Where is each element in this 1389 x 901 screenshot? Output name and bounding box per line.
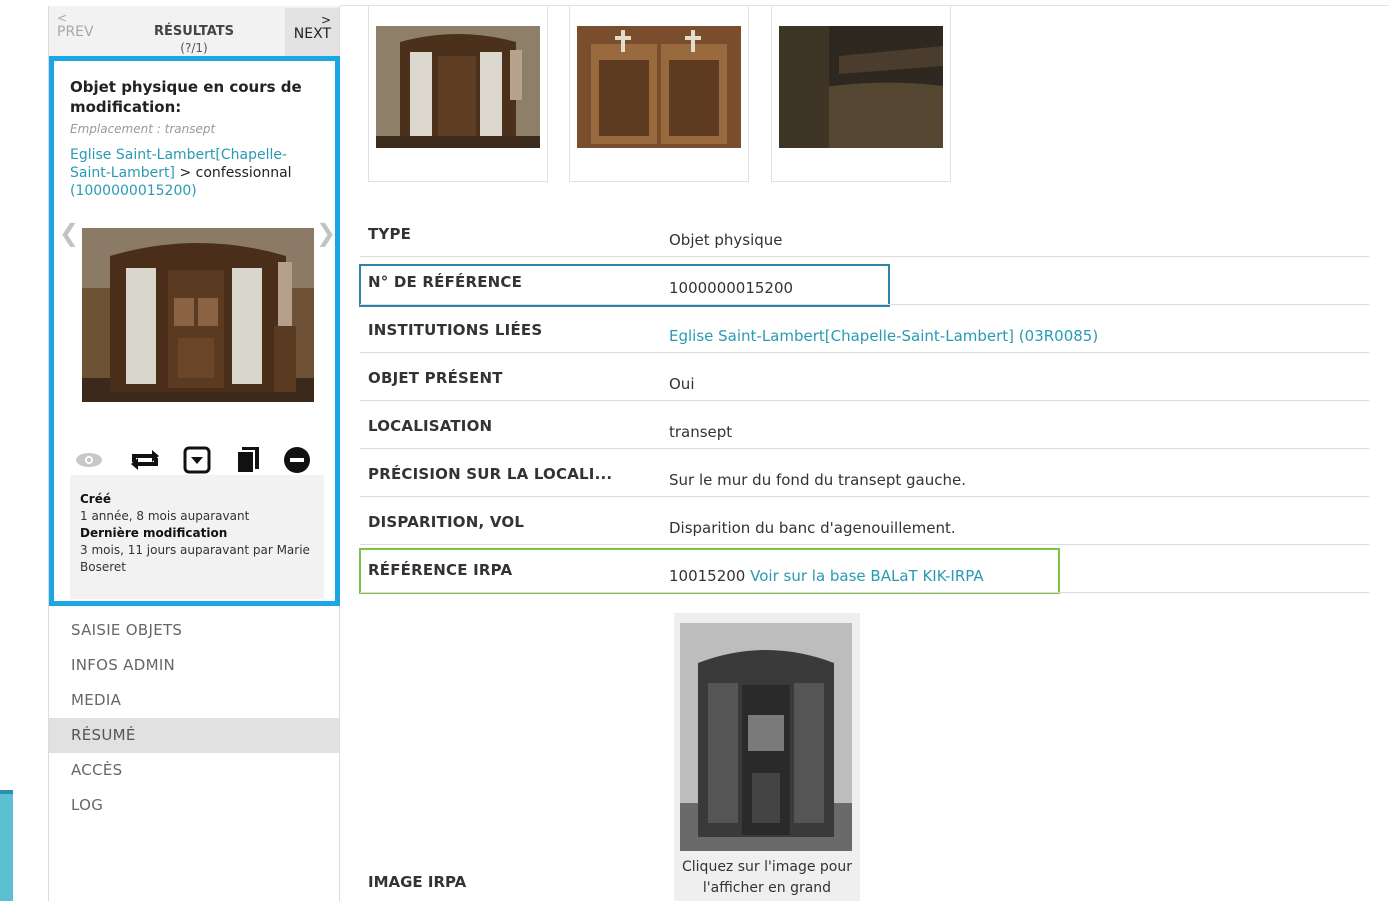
detail-row-disparition: DISPARITION, VOL Disparition du banc d'a… xyxy=(360,497,1369,545)
irpa-caption: Cliquez sur l'image pour l'afficher en g… xyxy=(682,859,852,896)
dropdown-box-icon[interactable] xyxy=(182,446,212,474)
menu-item-resume[interactable]: RÉSUMÉ xyxy=(49,718,339,753)
menu-item-acces[interactable]: ACCÈS xyxy=(49,753,339,788)
main-content: ⭳ TYPE Objet physique N° DE RÉFÉRENCE 10… xyxy=(340,0,1389,901)
menu-item-log[interactable]: LOG xyxy=(49,788,339,823)
chevron-left-icon: < xyxy=(57,11,68,25)
irpa-image[interactable]: Cliquez sur l'image pour l'afficher en g… xyxy=(674,613,860,901)
detail-row-type: TYPE Objet physique xyxy=(360,209,1369,257)
detail-row-institutions: INSTITUTIONS LIÉES Eglise Saint-Lambert[… xyxy=(360,305,1369,353)
left-panel: < PREV RÉSULTATS (?/1) > NEXT Objet phys… xyxy=(48,6,340,901)
object-id-link[interactable]: (1000000015200) xyxy=(70,183,197,199)
thumbnail-image xyxy=(376,26,540,148)
detail-row-reference: N° DE RÉFÉRENCE 1000000015200 xyxy=(360,257,1369,305)
media-thumbnail[interactable] xyxy=(569,6,749,182)
eye-icon[interactable] xyxy=(74,446,104,474)
results-nav: < PREV RÉSULTATS (?/1) > NEXT xyxy=(49,6,339,56)
media-thumbnail[interactable] xyxy=(368,6,548,182)
irpa-image-label: IMAGE IRPA xyxy=(368,873,467,891)
card-location: Emplacement : transept xyxy=(70,122,216,136)
metadata-box: Créé 1 année, 8 mois auparavant Dernière… xyxy=(70,475,324,599)
detail-row-present: OBJET PRÉSENT Oui xyxy=(360,353,1369,401)
next-button[interactable]: > NEXT xyxy=(285,8,339,56)
results-counter: RÉSULTATS (?/1) xyxy=(153,24,235,55)
object-photo[interactable] xyxy=(82,228,314,402)
prev-button[interactable]: < PREV xyxy=(57,12,94,41)
path-separator: > confessionnal xyxy=(175,165,292,181)
copy-icon[interactable] xyxy=(234,446,262,474)
media-thumbnail[interactable] xyxy=(771,6,951,182)
left-edge-accent xyxy=(0,790,13,901)
remove-icon[interactable] xyxy=(282,446,312,474)
created-label: Créé xyxy=(80,492,112,506)
detail-row-precision: PRÉCISION SUR LA LOCALI... Sur le mur du… xyxy=(360,449,1369,497)
irpa-number: 10015200 xyxy=(669,567,746,585)
menu-item-media[interactable]: MEDIA xyxy=(49,683,339,718)
object-card: Objet physique en cours de modification:… xyxy=(49,56,340,606)
chevron-left-icon[interactable]: ❮ xyxy=(59,219,79,247)
card-title: Objet physique en cours de modification: xyxy=(70,78,302,116)
thumbnail-image xyxy=(577,26,741,148)
detail-row-localisation: LOCALISATION transept xyxy=(360,401,1369,449)
section-menu: SAISIE OBJETS INFOS ADMIN MEDIA RÉSUMÉ A… xyxy=(49,613,339,823)
irpa-photo xyxy=(680,623,852,851)
modified-label: Dernière modification xyxy=(80,526,228,540)
action-toolbar xyxy=(74,446,314,476)
chevron-right-icon[interactable]: ❯ xyxy=(316,219,336,247)
created-value: 1 année, 8 mois auparavant xyxy=(80,509,250,523)
chevron-right-icon: > xyxy=(320,13,331,27)
detail-row-irpa-reference: RÉFÉRENCE IRPA 10015200 Voir sur la base… xyxy=(360,545,1369,593)
thumbnail-image xyxy=(779,26,943,148)
menu-item-infos-admin[interactable]: INFOS ADMIN xyxy=(49,648,339,683)
menu-item-saisie-objets[interactable]: SAISIE OBJETS xyxy=(49,613,339,648)
repeat-icon[interactable] xyxy=(128,446,162,474)
modified-value: 3 mois, 11 jours auparavant par Marie Bo… xyxy=(80,543,310,574)
card-path: Eglise Saint-Lambert[Chapelle-Saint-Lamb… xyxy=(70,146,310,200)
institution-link[interactable]: Eglise Saint-Lambert[Chapelle-Saint-Lamb… xyxy=(669,327,1098,345)
balat-link[interactable]: Voir sur la base BALaT KIK-IRPA xyxy=(750,567,983,585)
